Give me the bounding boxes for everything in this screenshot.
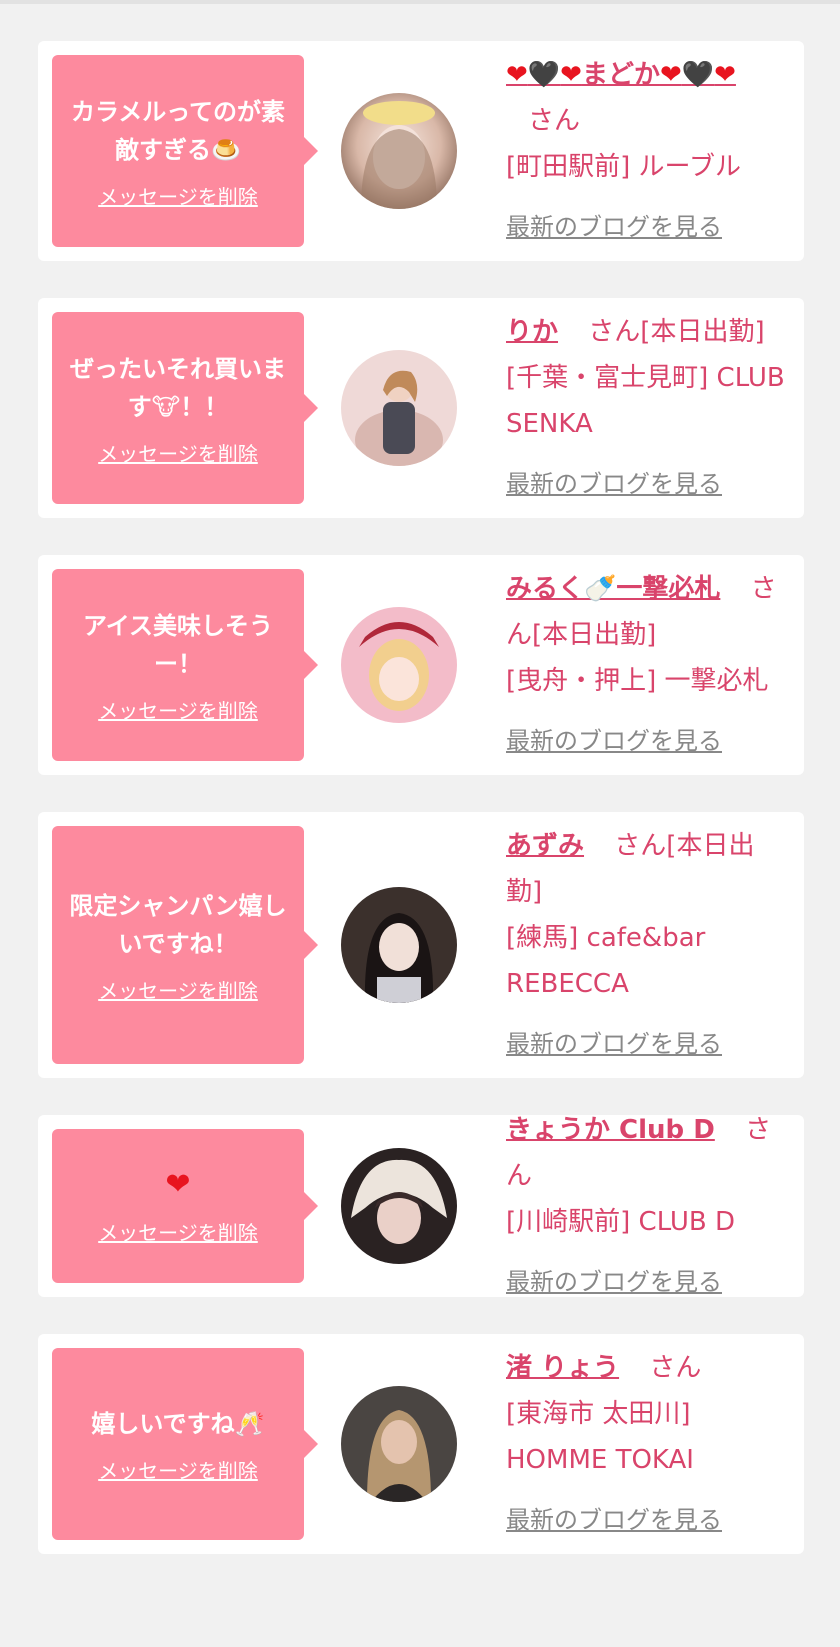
- girl-info: りか さん[本日出勤] [千葉・富士見町] CLUB SENKA 最新のブログを…: [494, 309, 788, 507]
- attendance-status: [本日出勤]: [640, 317, 765, 347]
- cow-icon: 🐮: [151, 392, 181, 421]
- avatar[interactable]: [341, 607, 457, 723]
- delete-message-button[interactable]: メッセージを削除: [98, 438, 258, 467]
- avatar[interactable]: [341, 887, 457, 1003]
- heart-icon: ❤: [165, 1167, 191, 1202]
- pudding-icon: 🍮: [211, 135, 241, 164]
- avatar[interactable]: [341, 1386, 457, 1502]
- message-bubble: アイス美味しそうー！ メッセージを削除: [52, 569, 318, 761]
- girl-info: 渚 りょう さん [東海市 太田川] HOMME TOKAI 最新のブログを見る: [494, 1345, 788, 1543]
- girl-info: ❤🖤❤まどか❤🖤❤ さん [町田駅前] ルーブル 最新のブログを見る: [494, 52, 788, 250]
- avatar[interactable]: [341, 93, 457, 209]
- message-bubble: ぜったいそれ買います🐮！！ メッセージを削除: [52, 312, 318, 504]
- delete-message-button[interactable]: メッセージを削除: [98, 181, 258, 210]
- champagne-icon: 🥂: [234, 1409, 265, 1438]
- delete-message-button[interactable]: メッセージを削除: [98, 1217, 258, 1246]
- message-text: アイス美味しそうー！: [82, 611, 274, 678]
- message-bubble: カラメルってのが素敵すぎる🍮 メッセージを削除: [52, 55, 318, 247]
- message-card: カラメルってのが素敵すぎる🍮 メッセージを削除 ❤🖤❤まどか❤🖤❤ さん [町田…: [38, 41, 804, 261]
- latest-blog-link[interactable]: 最新のブログを見る: [506, 461, 722, 507]
- shop-label: [町田駅前] ルーブル: [506, 152, 741, 182]
- girl-name-link[interactable]: 渚 りょう: [506, 1353, 619, 1383]
- avatar[interactable]: [341, 350, 457, 466]
- shop-label: [東海市 太田川] HOMME TOKAI: [506, 1399, 694, 1475]
- latest-blog-link[interactable]: 最新のブログを見る: [506, 1497, 722, 1543]
- girl-name-link[interactable]: あずみ: [506, 831, 584, 861]
- honorific-label: さん: [588, 317, 641, 347]
- message-card: 嬉しいですね🥂 メッセージを削除 渚 りょう さん [東海市 太田川] HOMM…: [38, 1334, 804, 1554]
- message-bubble: 限定シャンパン嬉しいですね！ メッセージを削除: [52, 826, 318, 1064]
- honorific-label: さん: [614, 831, 667, 861]
- message-bubble: 嬉しいですね🥂 メッセージを削除: [52, 1348, 318, 1540]
- honorific-label: さん: [649, 1353, 702, 1383]
- message-card: ぜったいそれ買います🐮！！ メッセージを削除 りか さん[本日出勤] [千葉・富…: [38, 298, 804, 518]
- message-text: 嬉しいですね🥂: [91, 1409, 265, 1438]
- message-text: カラメルってのが素敵すぎる🍮: [70, 97, 286, 164]
- girl-info: きょうか Club D さん [川崎駅前] CLUB D 最新のブログを見る: [494, 1107, 788, 1305]
- message-list: カラメルってのが素敵すぎる🍮 メッセージを削除 ❤🖤❤まどか❤🖤❤ さん [町田…: [0, 4, 840, 1554]
- girl-name-link[interactable]: きょうか Club D: [506, 1115, 715, 1145]
- latest-blog-link[interactable]: 最新のブログを見る: [506, 204, 722, 250]
- message-text: 限定シャンパン嬉しいですね！: [69, 891, 287, 958]
- girl-name-link[interactable]: みるく🍼一撃必札: [506, 574, 720, 604]
- message-bubble: ❤ メッセージを削除: [52, 1129, 318, 1283]
- avatar[interactable]: [341, 1148, 457, 1264]
- girl-name-link[interactable]: ❤🖤❤まどか❤🖤❤: [506, 60, 736, 90]
- latest-blog-link[interactable]: 最新のブログを見る: [506, 1259, 722, 1305]
- message-card: ❤ メッセージを削除 きょうか Club D さん [川崎駅前] CLUB D …: [38, 1115, 804, 1297]
- message-text: ぜったいそれ買います🐮！！: [70, 354, 286, 421]
- latest-blog-link[interactable]: 最新のブログを見る: [506, 718, 722, 764]
- girl-info: みるく🍼一撃必札 さん[本日出勤] [曳舟・押上] 一撃必札 最新のブログを見る: [494, 566, 788, 764]
- shop-label: [千葉・富士見町] CLUB SENKA: [506, 363, 785, 439]
- message-card: アイス美味しそうー！ メッセージを削除 みるく🍼一撃必札 さん[本日出勤] [曳…: [38, 555, 804, 775]
- honorific-label: さん: [528, 106, 581, 136]
- shop-label: [川崎駅前] CLUB D: [506, 1207, 736, 1237]
- delete-message-button[interactable]: メッセージを削除: [98, 695, 258, 724]
- attendance-status: [本日出勤]: [532, 620, 657, 650]
- delete-message-button[interactable]: メッセージを削除: [98, 1455, 258, 1484]
- message-text: ❤: [165, 1166, 190, 1205]
- message-card: 限定シャンパン嬉しいですね！ メッセージを削除 あずみ さん[本日出勤] [練馬…: [38, 812, 804, 1078]
- latest-blog-link[interactable]: 最新のブログを見る: [506, 1021, 722, 1067]
- girl-name-link[interactable]: りか: [506, 317, 558, 347]
- delete-message-button[interactable]: メッセージを削除: [98, 975, 258, 1004]
- shop-label: [練馬] cafe&bar REBECCA: [506, 923, 706, 999]
- shop-label: [曳舟・押上] 一撃必札: [506, 666, 769, 696]
- girl-info: あずみ さん[本日出勤] [練馬] cafe&bar REBECCA 最新のブロ…: [494, 823, 788, 1067]
